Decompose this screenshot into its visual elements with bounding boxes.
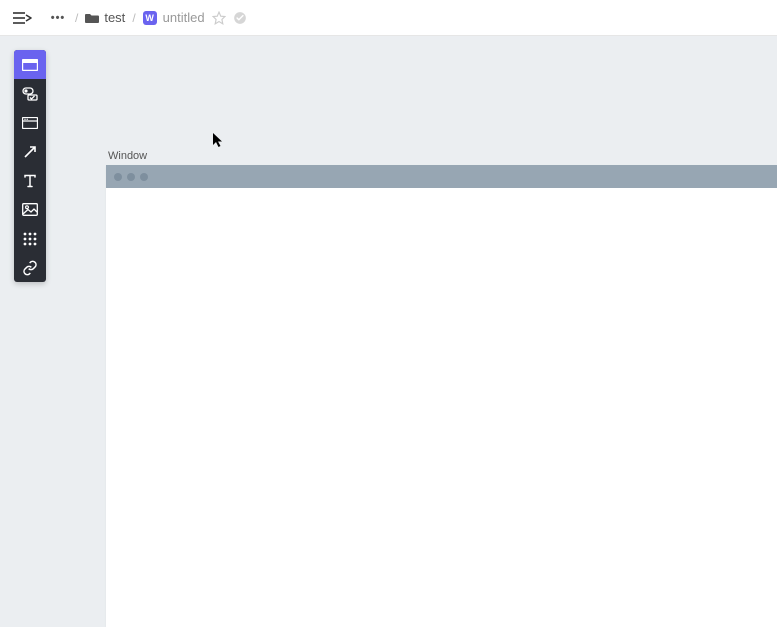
topbar: ••• / test / W untitled — [0, 0, 777, 36]
breadcrumb-separator: / — [132, 11, 135, 25]
toolbox — [14, 50, 46, 282]
grid-icon — [23, 232, 37, 246]
design-window-titlebar[interactable] — [106, 165, 777, 188]
design-window-label: Window — [106, 150, 777, 162]
image-tool[interactable] — [14, 195, 46, 224]
arrow-tool[interactable] — [14, 137, 46, 166]
design-window-frame[interactable] — [106, 165, 777, 627]
sync-status-button[interactable] — [233, 11, 247, 25]
text-icon — [23, 174, 37, 188]
mouse-cursor-icon — [212, 132, 224, 151]
hamburger-arrow-icon — [12, 11, 32, 25]
breadcrumb-ellipsis[interactable]: ••• — [48, 12, 68, 24]
breadcrumb-separator: / — [75, 11, 78, 25]
browser-icon — [22, 117, 38, 129]
design-window[interactable]: Window — [106, 150, 777, 627]
window-tool[interactable] — [14, 50, 46, 79]
star-icon — [212, 11, 226, 25]
arrow-icon — [22, 144, 38, 160]
canvas-area[interactable]: Window — [0, 36, 777, 627]
window-icon — [22, 59, 38, 71]
traffic-light-minimize-icon — [127, 173, 135, 181]
link-icon — [22, 260, 38, 276]
sync-check-icon — [233, 11, 247, 25]
folder-icon — [85, 12, 99, 24]
controls-tool[interactable] — [14, 79, 46, 108]
favorite-star-button[interactable] — [212, 11, 226, 25]
document-type-badge: W — [143, 11, 157, 25]
grid-tool[interactable] — [14, 224, 46, 253]
breadcrumb-document[interactable]: W untitled — [143, 10, 205, 25]
menu-toggle-button[interactable] — [10, 6, 34, 30]
link-tool[interactable] — [14, 253, 46, 282]
breadcrumb-folder-label: test — [104, 10, 125, 25]
controls-icon — [22, 87, 38, 101]
text-tool[interactable] — [14, 166, 46, 195]
traffic-light-close-icon — [114, 173, 122, 181]
document-title: untitled — [163, 10, 205, 25]
breadcrumb-folder[interactable]: test — [85, 10, 125, 25]
breadcrumb: ••• / test / W untitled — [48, 10, 247, 25]
traffic-light-zoom-icon — [140, 173, 148, 181]
image-icon — [22, 203, 38, 216]
browser-tool[interactable] — [14, 108, 46, 137]
